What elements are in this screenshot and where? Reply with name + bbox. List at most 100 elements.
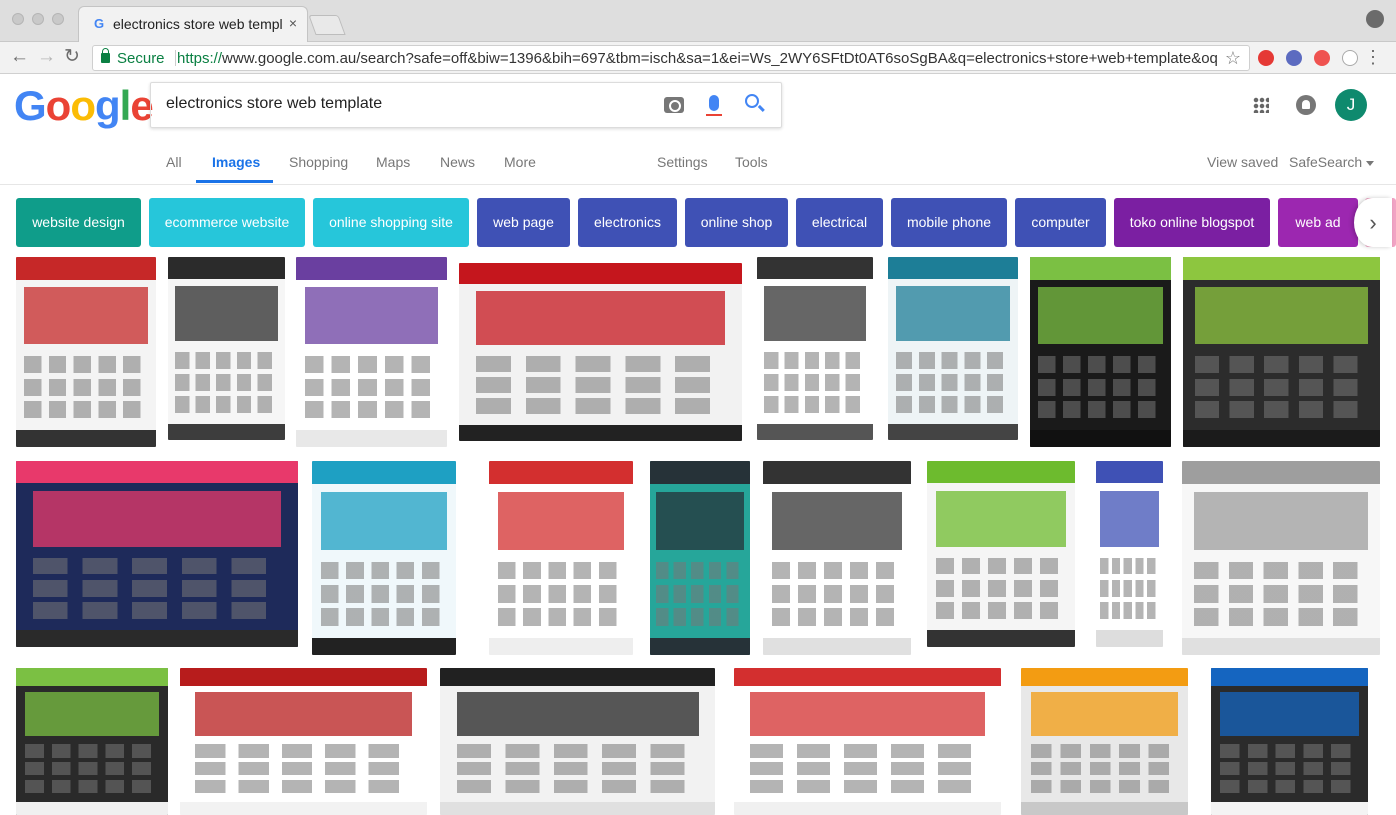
microphone-icon[interactable]: [706, 95, 722, 116]
extension-badge-icon[interactable]: [1314, 50, 1330, 66]
image-result[interactable]: [1021, 668, 1188, 815]
avatar[interactable]: J: [1335, 89, 1367, 121]
apps-grid-icon[interactable]: [1253, 97, 1269, 113]
thumb-footer: [312, 637, 456, 655]
image-result[interactable]: [888, 257, 1018, 440]
thumb-footer: [734, 801, 1001, 815]
image-result[interactable]: [16, 668, 168, 815]
image-result[interactable]: [180, 668, 427, 815]
logo-letter: o: [45, 82, 72, 129]
thumb-product-row: [1038, 378, 1163, 396]
chip-online-shopping-site[interactable]: online shopping site: [313, 198, 469, 247]
caret-down-icon: [1366, 160, 1375, 166]
image-result[interactable]: [312, 461, 456, 655]
chip-computer[interactable]: computer: [1015, 198, 1106, 247]
tab-more[interactable]: More: [504, 154, 536, 170]
omnibox[interactable]: Secure https://www.google.com.au/search?…: [92, 45, 1250, 71]
image-result[interactable]: [1030, 257, 1171, 447]
image-result[interactable]: [296, 257, 447, 447]
camera-icon[interactable]: [664, 97, 684, 113]
thumb-footer: [1182, 637, 1380, 655]
globe-extension-icon[interactable]: [1286, 50, 1302, 66]
image-result[interactable]: [1211, 668, 1368, 815]
image-result[interactable]: [1183, 257, 1380, 447]
chip-web-page[interactable]: web page: [477, 198, 570, 247]
maximize-window-icon[interactable]: [52, 13, 64, 25]
chip-ecommerce-website[interactable]: ecommerce website: [149, 198, 305, 247]
thumb-header: [1096, 461, 1163, 484]
thumb-header: [1211, 668, 1368, 686]
chip-website-design[interactable]: website design: [16, 198, 141, 247]
url-text[interactable]: https://www.google.com.au/search?safe=of…: [177, 50, 1217, 67]
chip-web-ad[interactable]: web ad: [1278, 198, 1358, 247]
image-result[interactable]: [734, 668, 1001, 815]
back-icon[interactable]: ←: [10, 46, 29, 68]
thumb-header: [16, 461, 298, 484]
thumb-header: [734, 668, 1001, 686]
chip-mobile-phone[interactable]: mobile phone: [891, 198, 1007, 247]
image-result[interactable]: [763, 461, 911, 655]
thumb-footer: [489, 637, 633, 655]
tab-images[interactable]: Images: [212, 154, 260, 170]
search-input[interactable]: [166, 95, 646, 113]
chip-toko-online-blogspot[interactable]: toko online blogspot: [1114, 198, 1270, 247]
image-result[interactable]: [1096, 461, 1163, 647]
search-icon[interactable]: [745, 94, 759, 108]
image-result[interactable]: [650, 461, 750, 655]
thumb-product-row: [750, 779, 985, 793]
chip-electronics[interactable]: electronics: [578, 198, 677, 247]
thumb-footer: [16, 801, 168, 815]
image-result[interactable]: [16, 257, 156, 447]
safesearch-dropdown[interactable]: SafeSearch: [1289, 154, 1375, 170]
image-result[interactable]: [168, 257, 285, 440]
thumb-product-row: [895, 374, 1011, 391]
google-logo[interactable]: Google: [14, 82, 154, 130]
image-result[interactable]: [489, 461, 633, 655]
address-bar-row: ← → ↻ Secure https://www.google.com.au/s…: [0, 42, 1396, 74]
pinterest-extension-icon[interactable]: [1258, 50, 1274, 66]
thumb-product-row: [763, 396, 867, 413]
thumb-product-row: [320, 561, 448, 580]
thumb-banner: [305, 287, 438, 345]
image-result[interactable]: [459, 263, 742, 441]
browser-tab-bar: G electronics store web template ×: [0, 0, 1396, 42]
chip-online-shop[interactable]: online shop: [685, 198, 788, 247]
thumb-product-row: [175, 352, 278, 369]
new-tab-button[interactable]: [308, 15, 346, 35]
bookmark-star-icon[interactable]: ☆: [1225, 48, 1241, 69]
thumb-product-row: [1038, 355, 1163, 373]
tab-close-icon[interactable]: ×: [289, 15, 297, 31]
chip-electrical[interactable]: electrical: [796, 198, 883, 247]
forward-icon[interactable]: →: [37, 46, 56, 68]
circle-extension-icon[interactable]: [1342, 50, 1358, 66]
tab-all[interactable]: All: [166, 154, 182, 170]
browser-tab[interactable]: G electronics store web template ×: [78, 6, 308, 42]
chips-next-button[interactable]: ›: [1354, 198, 1392, 247]
tools-link[interactable]: Tools: [735, 154, 768, 170]
image-result[interactable]: [757, 257, 873, 440]
reload-icon[interactable]: ↻: [64, 46, 80, 68]
omnibox-divider: [175, 50, 176, 66]
thumb-header: [888, 257, 1018, 279]
thumb-banner: [456, 691, 699, 736]
browser-menu-icon[interactable]: ⋮: [1364, 48, 1382, 66]
thumb-product-row: [24, 378, 148, 396]
image-result[interactable]: [440, 668, 715, 815]
thumb-header: [459, 263, 742, 285]
thumb-banner: [763, 286, 867, 342]
tab-maps[interactable]: Maps: [376, 154, 410, 170]
image-result[interactable]: [16, 461, 298, 647]
thumb-banner: [1193, 492, 1369, 551]
logo-letter: o: [70, 82, 96, 129]
tab-news[interactable]: News: [440, 154, 475, 170]
close-window-icon[interactable]: [12, 13, 24, 25]
minimize-window-icon[interactable]: [32, 13, 44, 25]
notifications-icon[interactable]: [1296, 95, 1316, 115]
thumb-product-row: [175, 374, 278, 391]
settings-link[interactable]: Settings: [657, 154, 708, 170]
browser-profile-icon[interactable]: [1366, 10, 1384, 28]
tab-shopping[interactable]: Shopping: [289, 154, 348, 170]
image-result[interactable]: [927, 461, 1075, 647]
image-result[interactable]: [1182, 461, 1380, 655]
view-saved-link[interactable]: View saved: [1207, 154, 1278, 170]
